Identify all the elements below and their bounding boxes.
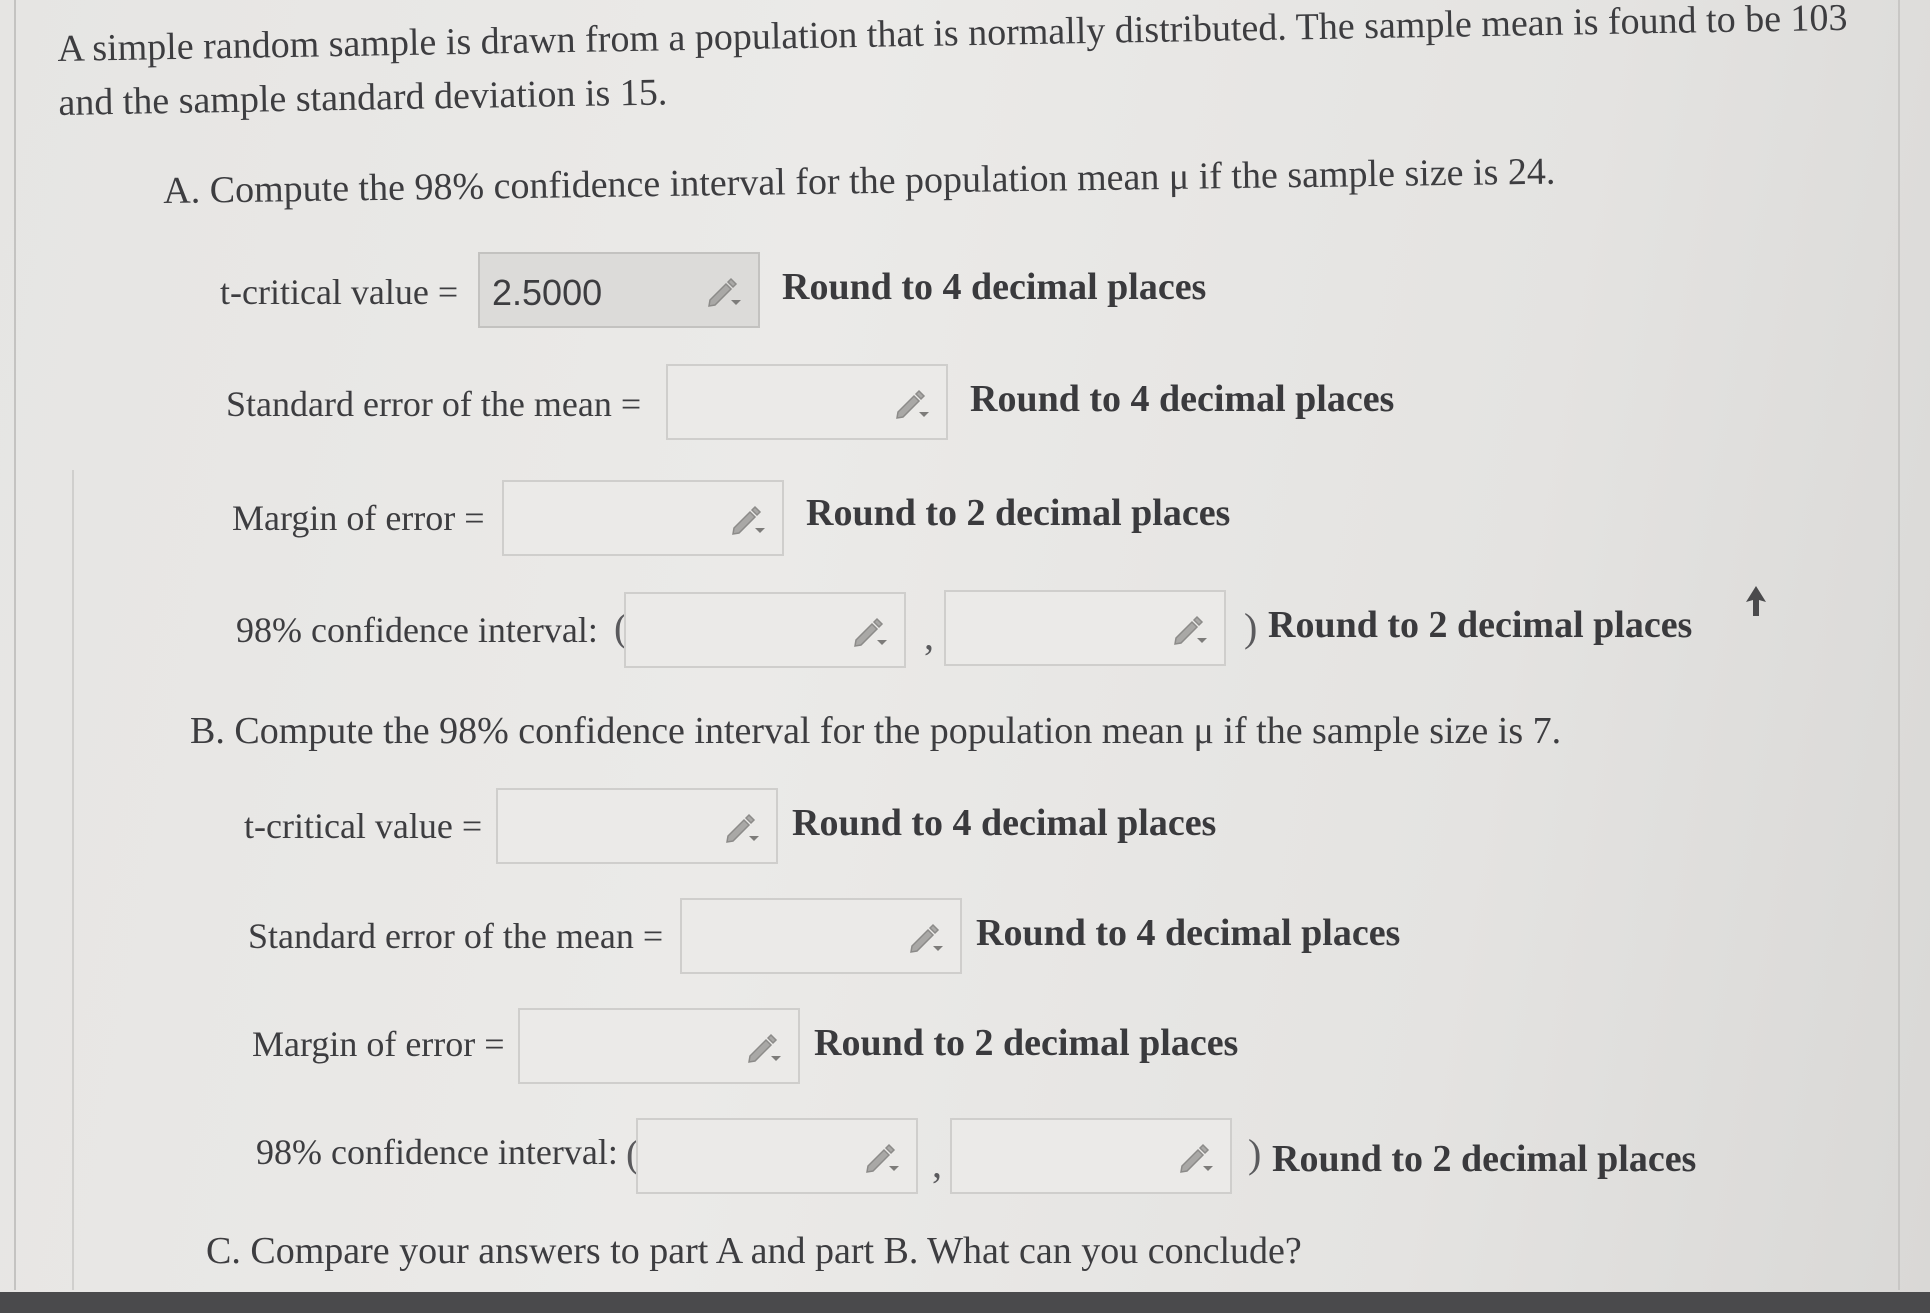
right-border-line (1898, 0, 1900, 1290)
part-b-ci-upper-input[interactable] (950, 1118, 1232, 1194)
part-b-t-critical-input[interactable] (496, 788, 778, 864)
inner-border-line (72, 470, 74, 1290)
part-b-ci-close-paren: ) (1248, 1131, 1262, 1176)
part-b-ci-label: 98% confidence interval: (256, 1132, 618, 1172)
part-a-moe-label: Margin of error = (232, 498, 485, 538)
pencil-dropdown-icon[interactable] (1176, 1142, 1216, 1174)
pencil-dropdown-icon[interactable] (906, 922, 946, 954)
part-b-heading: B. Compute the 98% confidence interval f… (190, 710, 1562, 752)
part-c-heading: C. Compare your answers to part A and pa… (206, 1230, 1302, 1272)
part-b-moe-hint: Round to 2 decimal places (814, 1022, 1239, 1064)
bottom-taskbar-edge (0, 1292, 1930, 1313)
pencil-dropdown-icon[interactable] (704, 276, 744, 308)
part-a-moe-hint: Round to 2 decimal places (806, 492, 1231, 534)
pencil-dropdown-icon[interactable] (728, 504, 768, 536)
part-a-t-critical-hint: Round to 4 decimal places (782, 266, 1207, 308)
problem-statement: A simple random sample is drawn from a p… (57, 0, 1848, 124)
part-a-t-critical-label: t-critical value = (220, 272, 459, 312)
part-b-se-input[interactable] (680, 898, 962, 974)
part-a-ci-separator: , (924, 613, 934, 658)
part-a-se-hint: Round to 4 decimal places (970, 378, 1395, 420)
pencil-dropdown-icon[interactable] (892, 388, 932, 420)
part-b-ci-lower-input[interactable] (636, 1118, 918, 1194)
part-a-t-critical-input[interactable]: 2.5000 (478, 252, 760, 328)
pencil-dropdown-icon[interactable] (862, 1142, 902, 1174)
part-a-ci-label: 98% confidence interval: (236, 610, 598, 650)
worksheet-page: A simple random sample is drawn from a p… (0, 0, 1930, 1313)
part-a-ci-upper-input[interactable] (944, 590, 1226, 666)
part-a-ci-lower-input[interactable] (624, 592, 906, 668)
mouse-cursor-icon (1746, 586, 1766, 616)
part-b-ci-separator: , (932, 1141, 942, 1186)
part-b-se-hint: Round to 4 decimal places (976, 912, 1401, 954)
part-a-ci-hint: Round to 2 decimal places (1268, 604, 1693, 646)
part-b-t-critical-label: t-critical value = (244, 806, 483, 846)
part-a-se-input[interactable] (666, 364, 948, 440)
part-a-heading: A. Compute the 98% confidence interval f… (162, 150, 1556, 212)
part-b-ci-hint: Round to 2 decimal places (1272, 1138, 1697, 1180)
part-a-t-critical-value: 2.5000 (492, 272, 603, 313)
part-b-se-label: Standard error of the mean = (248, 916, 664, 956)
part-a-ci-close-paren: ) (1244, 605, 1258, 650)
part-b-moe-label: Margin of error = (252, 1024, 505, 1064)
part-b-moe-input[interactable] (518, 1008, 800, 1084)
pencil-dropdown-icon[interactable] (850, 616, 890, 648)
pencil-dropdown-icon[interactable] (744, 1032, 784, 1064)
pencil-dropdown-icon[interactable] (1170, 614, 1210, 646)
part-a-moe-input[interactable] (502, 480, 784, 556)
part-b-t-critical-hint: Round to 4 decimal places (792, 802, 1217, 844)
pencil-dropdown-icon[interactable] (722, 812, 762, 844)
left-border-line (14, 0, 16, 1290)
part-a-se-label: Standard error of the mean = (226, 384, 642, 424)
